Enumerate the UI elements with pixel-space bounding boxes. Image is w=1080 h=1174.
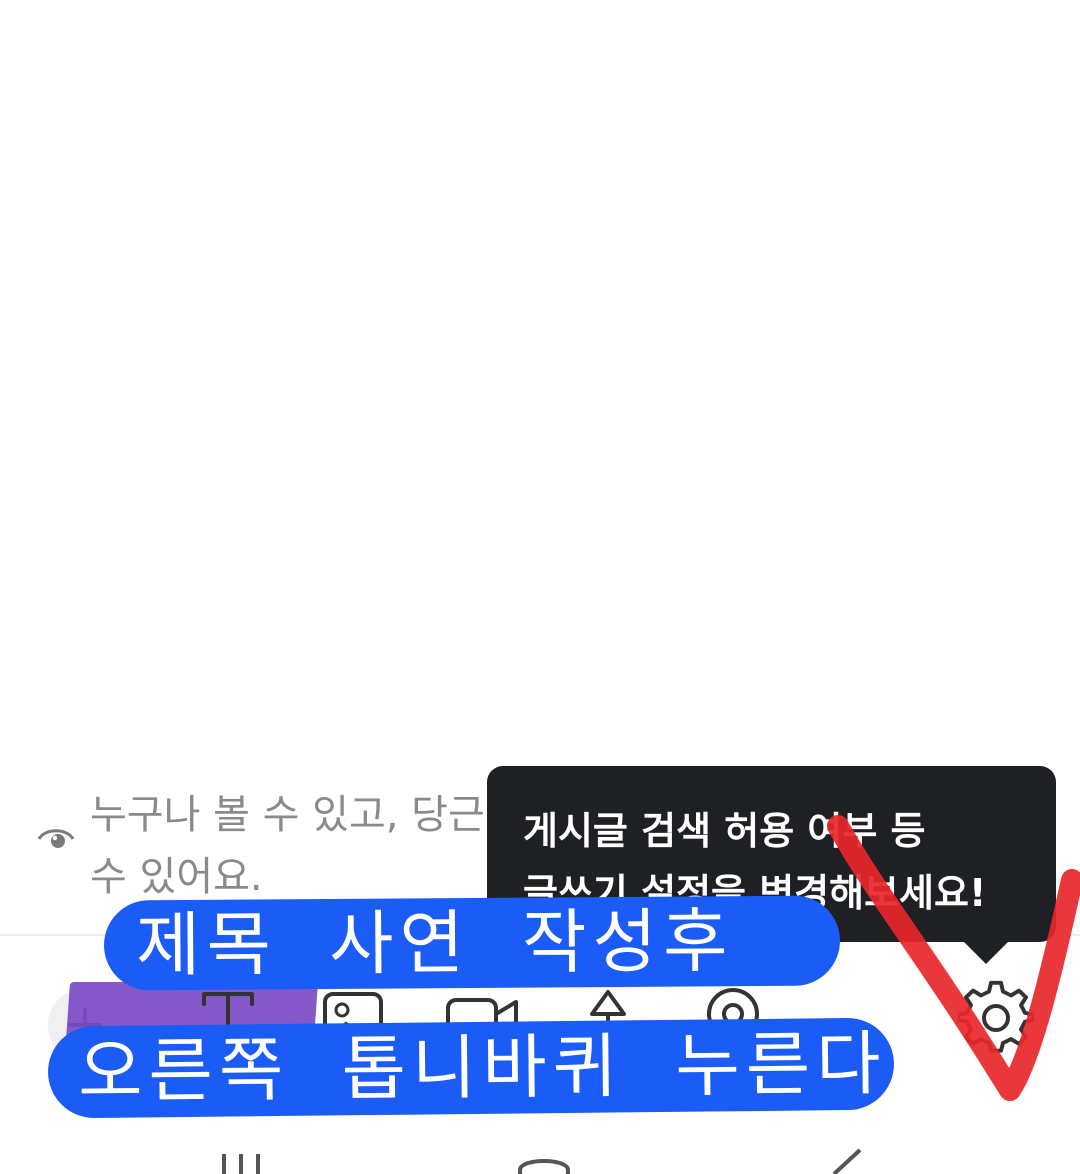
notice-text-line1: 누구나 볼 수 있고, 당근 bbox=[90, 792, 485, 838]
home-icon[interactable] bbox=[516, 1150, 572, 1174]
annotation-text-2: 오른쪽 톱니바퀴 누른다 bbox=[77, 1022, 887, 1114]
settings-gear-icon[interactable] bbox=[958, 980, 1034, 1056]
annotation-caption-2: 오른쪽 톱니바퀴 누른다 bbox=[47, 1017, 895, 1119]
annotation-text-1: 제목 사연 작성후 bbox=[135, 900, 734, 987]
system-navigation-bar bbox=[0, 1130, 1080, 1174]
tooltip-text-line1: 게시글 검색 허용 여부 등 bbox=[523, 809, 926, 853]
screen: 누구나 볼 수 있고, 당근 수 있어요. 게시글 검색 허용 여부 등 글쓰기… bbox=[0, 0, 1080, 1174]
eye-icon bbox=[37, 829, 75, 848]
recent-apps-icon[interactable] bbox=[216, 1152, 266, 1174]
annotation-caption-1: 제목 사연 작성후 bbox=[103, 895, 841, 991]
back-icon[interactable] bbox=[826, 1148, 866, 1174]
notice-text-line2: 수 있어요. bbox=[90, 854, 263, 900]
